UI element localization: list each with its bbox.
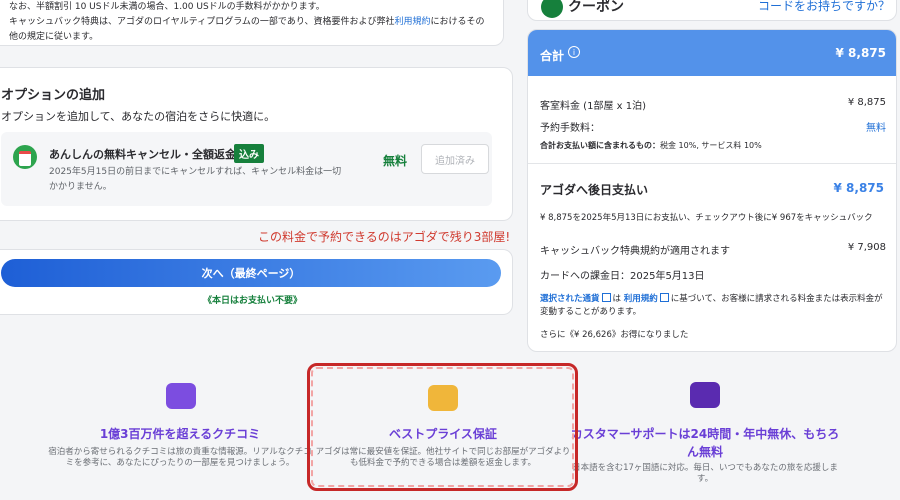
cashback-line-2: キャッシュバック特典は、アゴダのロイヤルティプログラムの一部であり、資格要件およ… — [9, 17, 485, 27]
option-note: 2025年5月15日の前日までにキャンセルすれば、キャンセル料金は一切かかりませ… — [49, 167, 342, 192]
free-cancellation-option: あんしんの無料キャンセル・全額返金 込み 2025年5月15日の前日までにキャン… — [1, 132, 492, 206]
divider — [528, 163, 896, 164]
feature-title-reviews: 1億3百万件を超えるクチコミ — [99, 427, 261, 441]
no-payment-note: 《本日はお支払い不要》 — [202, 296, 302, 306]
option-price: 無料 — [383, 154, 408, 168]
summary-title: 合計 — [540, 49, 565, 63]
pay-later-amount: ¥ 8,875 — [833, 181, 884, 195]
charge-date-row: カードへの課金日：2025年5月13日 — [540, 267, 886, 282]
options-description: オプションを追加して、あなたの宿泊をさらに快適に。 — [1, 110, 276, 123]
options-title: オプションの追加 — [1, 88, 106, 103]
next-step-card: 次へ（最終ページ） 《本日はお支払い不要》 — [0, 249, 513, 315]
fx-terms-link[interactable]: 利用規約 — [624, 294, 658, 304]
pay-later-title: アゴダへ後日支払い — [540, 183, 649, 197]
coupon-label: クーポン — [568, 0, 624, 15]
feature-title-support: カスタマーサポートは24時間・年中無休、もちろん無料 — [570, 427, 840, 459]
external-link-icon — [601, 293, 611, 302]
room-price-value: ¥ 8,875 — [847, 97, 886, 108]
cashback-terms-card: なお、半額割引 10 USドル未満の場合、1.00 USドルの手数料がかかります… — [0, 0, 504, 46]
summary-total: ¥ 8,875 — [835, 46, 886, 60]
savings-note: さらに《¥ 26,626》お得になりました — [540, 330, 689, 340]
booking-fee-value: 無料 — [866, 123, 886, 134]
coupon-code-link[interactable]: コードをお持ちですか？ — [758, 0, 890, 14]
cashback-row: キャッシュバック特典規約が適用されます ¥ 7,908 — [540, 242, 886, 257]
cashback-line-1: なお、半額割引 10 USドル未満の場合、1.00 USドルの手数料がかかります… — [9, 2, 325, 12]
cashback-value: ¥ 7,908 — [847, 242, 886, 253]
tax-info: 合計お支払い額に含まれるもの：税金 10%, サービス料 10% — [540, 141, 762, 150]
feature-desc-support: 日本語を含む17ヶ国語に対応。毎日、いつでもあなたの旅を応援します。 — [572, 463, 838, 484]
next-button[interactable]: 次へ（最終ページ） — [1, 259, 501, 287]
included-badge: 込み — [234, 144, 264, 163]
room-price-label: 客室料金 (1部屋 x 1泊) — [540, 101, 646, 112]
pay-later-note: ¥ 8,875を2025年5月13日にお支払い、チェックアウト後に¥ 967をキ… — [540, 213, 873, 223]
calendar-icon — [13, 145, 37, 169]
terms-link[interactable]: 利用規約 — [394, 17, 430, 27]
coupon-icon — [541, 0, 563, 18]
scarcity-message: この料金で予約できるのはアゴダで残り3部屋! — [258, 230, 511, 244]
coupon-card: クーポン コードをお持ちですか？ — [527, 0, 897, 21]
charge-date: カードへの課金日：2025年5月13日 — [540, 271, 705, 282]
option-name: あんしんの無料キャンセル・全額返金 — [49, 148, 236, 161]
external-link-icon — [659, 293, 669, 302]
booking-fee-label: 予約手数料： — [540, 123, 600, 134]
added-button[interactable]: 追加済み — [421, 144, 489, 174]
cashback-label: キャッシュバック特典規約が適用されます — [540, 246, 730, 257]
highlight-frame — [307, 363, 578, 491]
cashback-line-3: 他の規定に従います。 — [9, 32, 99, 42]
currency-note: 選択された通貨は 利用規約 に基づいて、お客様に請求される料金または表示料金が変動… — [540, 293, 883, 317]
support-icon — [690, 382, 720, 408]
selected-currency-link[interactable]: 選択された通貨 — [540, 294, 600, 304]
booking-fee-row: 予約手数料： 無料 — [540, 119, 886, 134]
summary-header: 合計 i ¥ 8,875 — [528, 30, 896, 76]
options-card: オプションの追加 オプションを追加して、あなたの宿泊をさらに快適に。 あんしんの… — [0, 67, 513, 221]
price-summary-card: 合計 i ¥ 8,875 客室料金 (1部屋 x 1泊) ¥ 8,875 予約手… — [527, 29, 897, 352]
info-icon[interactable]: i — [568, 46, 580, 58]
chat-bubbles-icon — [166, 383, 196, 409]
feature-desc-reviews: 宿泊者から寄せられるクチコミは旅の貴重な情報源。リアルなクチコミを参考に、あなた… — [48, 447, 312, 468]
room-price-row: 客室料金 (1部屋 x 1泊) ¥ 8,875 — [540, 97, 886, 112]
